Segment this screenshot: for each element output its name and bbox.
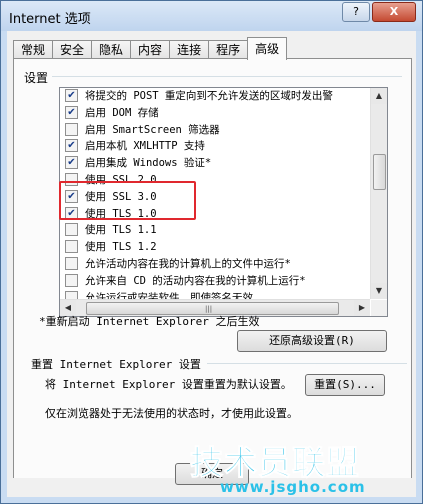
watermark-main: 技术员联盟 [190,443,360,483]
checkbox-checked[interactable]: ✔ [65,139,78,153]
window-controls: ? X [340,2,416,22]
scroll-down-icon[interactable]: ▼ [371,283,387,299]
help-button[interactable]: ? [342,2,370,22]
setting-row[interactable]: 使用 TLS 1.1 [60,221,157,238]
title-bar[interactable]: Internet 选项 ? X [1,1,422,31]
checkbox-checked[interactable]: ✔ [65,156,78,170]
scroll-up-icon[interactable]: ▲ [371,88,387,104]
vertical-scroll-thumb[interactable] [373,154,386,190]
scroll-right-icon[interactable]: ▶ [354,300,370,316]
reset-description: 将 Internet Explorer 设置重置为默认设置。 [45,378,292,391]
setting-label: 将提交的 POST 重定向到不允许发送的区域时发出警 [85,90,333,102]
ssl-tls-highlight-box [59,181,196,220]
setting-row[interactable]: ✔ 启用 DOM 存储 [60,104,159,121]
watermark-url: www.jsgho.com [220,478,366,496]
setting-label: 启用 SmartScreen 筛选器 [85,123,220,136]
setting-label: 使用 TLS 1.2 [85,241,157,254]
vertical-scrollbar[interactable]: ▲ ▼ [370,88,387,299]
checkbox-unchecked[interactable] [65,122,78,136]
tab-content[interactable]: 内容 [130,40,171,60]
tab-connections[interactable]: 连接 [169,40,210,60]
tab-programs[interactable]: 程序 [208,40,249,60]
checkbox-checked[interactable]: ✔ [65,105,78,119]
reset-group-label: 重置 Internet Explorer 设置 [31,358,201,371]
checkbox-unchecked[interactable] [65,273,78,287]
checkbox-unchecked[interactable] [65,240,78,254]
setting-label: 允许来自 CD 的活动内容在我的计算机上运行* [85,274,306,287]
settings-group-line [52,76,402,77]
tab-privacy[interactable]: 隐私 [91,40,132,60]
tab-security[interactable]: 安全 [52,40,93,60]
reset-button[interactable]: 重置(S)... [305,374,385,396]
setting-label: 启用集成 Windows 验证* [85,157,212,170]
setting-row[interactable]: ✔ 启用本机 XMLHTTP 支持 [60,137,205,154]
tab-general[interactable]: 常规 [13,40,54,60]
checkbox-unchecked[interactable] [65,223,78,237]
restore-advanced-button[interactable]: 还原高级设置(R) [237,330,387,352]
setting-row[interactable]: ✔ 将提交的 POST 重定向到不允许发送的区域时发出警 [60,88,333,104]
dialog-client: 常规 安全 隐私 内容 连接 程序 高级 设置 ✔ 将提交的 POST 重定向到不… [7,31,416,497]
setting-row[interactable]: 使用 TLS 1.2 [60,238,157,255]
checkbox-unchecked[interactable] [65,257,78,270]
setting-label: 启用 DOM 存储 [85,106,159,119]
window-title: Internet 选项 [9,12,91,27]
settings-group-label: 设置 [24,71,49,85]
setting-row[interactable]: 允许活动内容在我的计算机上的文件中运行* [60,255,291,272]
setting-label: 启用本机 XMLHTTP 支持 [85,140,205,153]
tab-strip: 常规 安全 隐私 内容 连接 程序 高级 [13,37,288,60]
tab-advanced[interactable]: 高级 [247,37,288,60]
restart-note: *重新启动 Internet Explorer 之后生效 [39,315,260,328]
setting-row[interactable]: 启用 SmartScreen 筛选器 [60,121,220,138]
watermark: 技术员联盟 www.jsgho.com [190,436,400,498]
reset-note: 仅在浏览器处于无法使用的状态时，才使用此设置。 [45,407,298,420]
grip-icon: ||| [205,305,213,313]
close-button[interactable]: X [372,2,416,22]
checkbox-checked[interactable]: ✔ [65,89,78,102]
internet-options-window: Internet 选项 ? X 常规 安全 隐私 内容 连接 程序 高级 设置 … [0,0,423,504]
setting-row[interactable]: ✔ 启用集成 Windows 验证* [60,154,211,171]
reset-group-line [207,363,407,364]
setting-label: 允许活动内容在我的计算机上的文件中运行* [85,258,291,270]
setting-row[interactable]: 允许来自 CD 的活动内容在我的计算机上运行* [60,272,306,289]
scroll-corner [371,300,387,316]
setting-label: 使用 TLS 1.1 [85,224,157,237]
